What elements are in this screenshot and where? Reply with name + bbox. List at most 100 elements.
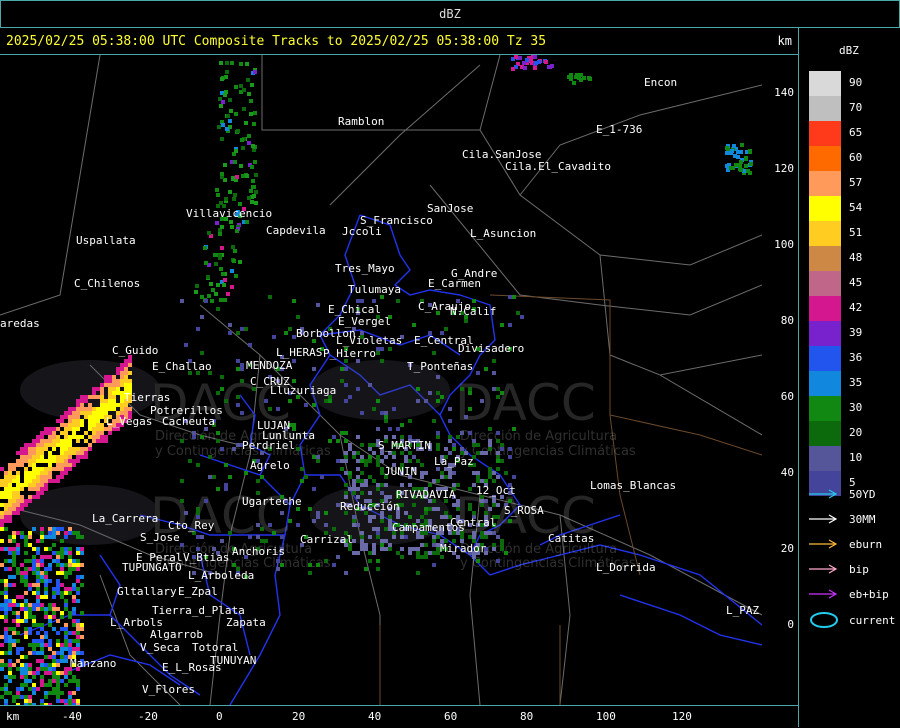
echo-pixel (360, 455, 364, 459)
echo-pixel (440, 475, 444, 479)
echo-pixel (579, 78, 583, 82)
echo-pixel (76, 631, 80, 635)
echo-pixel (52, 443, 56, 447)
echo-pixel (4, 687, 8, 691)
track-arrow-icon (809, 539, 838, 549)
echo-pixel (104, 399, 108, 403)
echo-pixel (56, 639, 60, 643)
echo-pixel (8, 679, 12, 683)
echo-pixel (40, 447, 44, 451)
echo-pixel (230, 225, 234, 229)
echo-pixel (380, 491, 384, 495)
echo-pixel (496, 515, 500, 519)
echo-pixel (276, 407, 280, 411)
echo-pixel (52, 535, 56, 539)
echo-pixel (56, 691, 60, 695)
echo-pixel (20, 463, 24, 467)
echo-pixel (484, 451, 488, 455)
echo-pixel (68, 439, 72, 443)
echo-pixel (380, 547, 384, 551)
echo-pixel (60, 611, 64, 615)
echo-pixel (52, 587, 56, 591)
echo-pixel (224, 483, 228, 487)
radar-map-canvas[interactable]: DACC Dirección de Agricultura y Continge… (0, 55, 762, 705)
echo-pixel (28, 475, 32, 479)
echo-pixel (288, 327, 292, 331)
echo-pixel (24, 459, 28, 463)
echo-pixel (72, 623, 76, 627)
place-label: L_HERAS (276, 346, 322, 359)
echo-pixel (32, 451, 36, 455)
echo-pixel (32, 607, 36, 611)
echo-pixel (20, 495, 24, 499)
echo-pixel (344, 571, 348, 575)
echo-pixel (20, 499, 24, 503)
echo-pixel (76, 567, 80, 571)
echo-pixel (60, 567, 64, 571)
echo-pixel (230, 285, 234, 289)
echo-pixel (52, 439, 56, 443)
track-label: 30MM (849, 513, 876, 526)
echo-pixel (32, 471, 36, 475)
echo-pixel (336, 459, 340, 463)
echo-pixel (0, 491, 4, 495)
echo-pixel (736, 155, 740, 159)
echo-pixel (4, 491, 8, 495)
echo-pixel (288, 399, 292, 403)
echo-pixel (364, 547, 368, 551)
echo-pixel (20, 507, 24, 511)
echo-pixel (492, 531, 496, 535)
place-label: Reducción (340, 500, 400, 513)
echo-pixel (40, 471, 44, 475)
echo-pixel (488, 531, 492, 535)
echo-pixel (8, 635, 12, 639)
echo-pixel (48, 475, 52, 479)
echo-pixel (4, 639, 8, 643)
echo-pixel (392, 455, 396, 459)
echo-pixel (100, 411, 104, 415)
echo-pixel (376, 455, 380, 459)
echo-pixel (4, 587, 8, 591)
echo-pixel (344, 439, 348, 443)
echo-pixel (72, 639, 76, 643)
place-label: L_Dorrida (596, 561, 656, 574)
echo-pixel (80, 395, 84, 399)
echo-pixel (36, 687, 40, 691)
echo-pixel (312, 455, 316, 459)
echo-pixel (368, 447, 372, 451)
echo-pixel (100, 399, 104, 403)
echo-pixel (372, 515, 376, 519)
echo-pixel (20, 447, 24, 451)
place-label: Ramblon (338, 115, 384, 128)
echo-pixel (40, 431, 44, 435)
echo-pixel (424, 543, 428, 547)
echo-pixel (220, 539, 224, 543)
echo-pixel (72, 447, 76, 451)
echo-pixel (104, 403, 108, 407)
echo-pixel (384, 527, 388, 531)
echo-pixel (16, 667, 20, 671)
echo-pixel (80, 635, 84, 639)
echo-pixel (36, 491, 40, 495)
track-legend-eburn: eburn (809, 538, 882, 553)
legend-value-45: 45 (849, 276, 863, 289)
echo-pixel (448, 475, 452, 479)
radar-map[interactable]: DACC Dirección de Agricultura y Continge… (0, 55, 762, 705)
echo-pixel (36, 443, 40, 447)
echo-pixel (340, 459, 344, 463)
echo-pixel (296, 315, 300, 319)
echo-pixel (384, 455, 388, 459)
echo-pixel (464, 415, 468, 419)
echo-pixel (268, 523, 272, 527)
echo-pixel (108, 407, 112, 411)
legend-swatch-39 (809, 321, 841, 346)
echo-pixel (32, 479, 36, 483)
echo-pixel (216, 307, 220, 311)
echo-pixel (52, 651, 56, 655)
echo-pixel (84, 395, 88, 399)
echo-pixel (32, 475, 36, 479)
echo-pixel (104, 379, 108, 383)
echo-pixel (340, 367, 344, 371)
echo-pixel (56, 419, 60, 423)
echo-pixel (253, 160, 257, 164)
